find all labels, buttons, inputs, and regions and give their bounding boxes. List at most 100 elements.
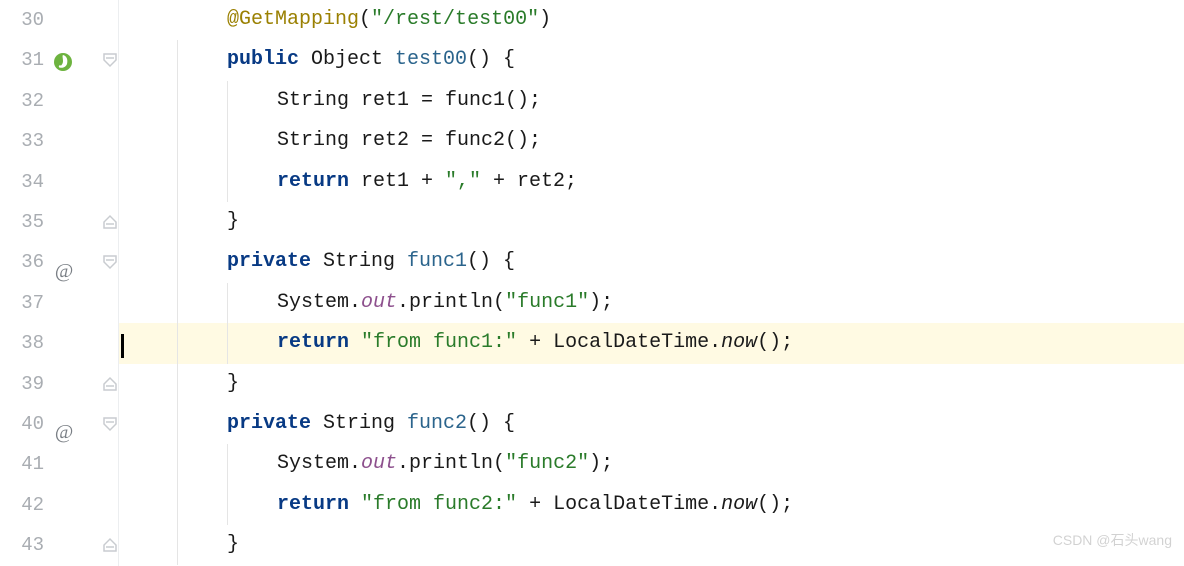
line-number[interactable]: 39: [0, 364, 50, 404]
gutter-line: 32: [0, 81, 118, 121]
token-str: "func1": [505, 283, 589, 323]
line-number[interactable]: 31: [0, 40, 50, 80]
code-line[interactable]: String ret1 = func1();: [119, 81, 1184, 121]
token-plain: .println(: [397, 283, 505, 323]
code-line[interactable]: @GetMapping("/rest/test00"): [119, 0, 1184, 40]
indent-guide: [177, 404, 178, 444]
token-plain: + ret2;: [481, 162, 577, 202]
gutter-line: 34: [0, 162, 118, 202]
line-number[interactable]: 43: [0, 525, 50, 565]
gutter-line: 33: [0, 121, 118, 161]
gutter-line: 40@: [0, 404, 118, 444]
gutter: 30313233343536@37383940@414243: [0, 0, 119, 566]
token-str: "from func2:": [361, 485, 517, 525]
indent-guide: [177, 525, 178, 565]
token-str: "from func1:": [361, 323, 517, 363]
token-plain: String ret1 = func1();: [277, 81, 541, 121]
token-str: ",": [445, 162, 481, 202]
line-number[interactable]: 33: [0, 121, 50, 161]
line-number[interactable]: 34: [0, 162, 50, 202]
code-line[interactable]: }: [119, 525, 1184, 565]
line-number[interactable]: 30: [0, 0, 50, 40]
indent-guide: [177, 81, 178, 121]
token-plain: Object: [299, 40, 395, 80]
token-plain: [349, 323, 361, 363]
token-plain: );: [589, 283, 613, 323]
indent-guide: [177, 485, 178, 525]
gutter-line: 43: [0, 525, 118, 565]
indent-guide: [177, 121, 178, 161]
gutter-line: 39: [0, 364, 118, 404]
line-number[interactable]: 40: [0, 404, 50, 444]
indent-guide: [177, 323, 178, 363]
token-static-it: out: [361, 444, 397, 484]
code-line[interactable]: System.out.println("func1");: [119, 283, 1184, 323]
code-line[interactable]: private String func1() {: [119, 242, 1184, 282]
indent-guide: [227, 283, 228, 323]
token-plain: }: [227, 525, 239, 565]
token-plain: }: [227, 364, 239, 404]
token-plain: () {: [467, 40, 515, 80]
watermark: CSDN @石头wang: [1053, 520, 1172, 560]
fold-close-icon[interactable]: [101, 533, 119, 557]
code-line[interactable]: String ret2 = func2();: [119, 121, 1184, 161]
token-kw: private: [227, 242, 311, 282]
gutter-line: 36@: [0, 242, 118, 282]
token-call-it: now: [721, 485, 757, 525]
fold-close-icon[interactable]: [101, 210, 119, 234]
code-editor: 30313233343536@37383940@414243 @GetMappi…: [0, 0, 1184, 566]
token-plain: + LocalDateTime.: [517, 485, 721, 525]
line-number[interactable]: 36: [0, 242, 50, 282]
line-number[interactable]: 38: [0, 323, 50, 363]
indent-guide: [227, 323, 228, 363]
token-plain: (: [359, 0, 371, 40]
indent-guide: [227, 121, 228, 161]
code-line[interactable]: return ret1 + "," + ret2;: [119, 162, 1184, 202]
spring-bean-icon[interactable]: [52, 49, 76, 73]
indent-guide: [177, 162, 178, 202]
gutter-line: 41: [0, 444, 118, 484]
code-line[interactable]: System.out.println("func2");: [119, 444, 1184, 484]
gutter-line: 31: [0, 40, 118, 80]
gutter-line: 42: [0, 485, 118, 525]
indent-guide: [177, 364, 178, 404]
token-plain: () {: [467, 242, 515, 282]
at-icon[interactable]: @: [52, 412, 76, 436]
line-number[interactable]: 41: [0, 444, 50, 484]
code-line[interactable]: private String func2() {: [119, 404, 1184, 444]
indent-guide: [177, 40, 178, 80]
token-plain: String: [311, 404, 407, 444]
token-plain: ): [539, 0, 551, 40]
token-plain: ();: [757, 485, 793, 525]
token-plain: + LocalDateTime.: [517, 323, 721, 363]
indent-guide: [227, 162, 228, 202]
line-number[interactable]: 37: [0, 283, 50, 323]
token-kw: private: [227, 404, 311, 444]
at-icon[interactable]: @: [52, 251, 76, 275]
token-annot: @GetMapping: [227, 0, 359, 40]
fold-open-icon[interactable]: [101, 250, 119, 274]
code-line[interactable]: return "from func2:" + LocalDateTime.now…: [119, 485, 1184, 525]
code-line[interactable]: }: [119, 364, 1184, 404]
line-number[interactable]: 42: [0, 485, 50, 525]
token-func-decl: func1: [407, 242, 467, 282]
fold-open-icon[interactable]: [101, 412, 119, 436]
token-plain: String: [311, 242, 407, 282]
code-line[interactable]: return "from func1:" + LocalDateTime.now…: [119, 323, 1184, 363]
line-number[interactable]: 35: [0, 202, 50, 242]
code-area[interactable]: @GetMapping("/rest/test00")public Object…: [119, 0, 1184, 566]
indent-guide: [227, 485, 228, 525]
token-plain: () {: [467, 404, 515, 444]
fold-close-icon[interactable]: [101, 372, 119, 396]
fold-open-icon[interactable]: [101, 48, 119, 72]
indent-guide: [177, 444, 178, 484]
indent-guide: [177, 242, 178, 282]
token-plain: String ret2 = func2();: [277, 121, 541, 161]
code-line[interactable]: public Object test00() {: [119, 40, 1184, 80]
token-plain: [349, 485, 361, 525]
line-number[interactable]: 32: [0, 81, 50, 121]
indent-guide: [227, 444, 228, 484]
token-plain: .println(: [397, 444, 505, 484]
token-plain: System.: [277, 444, 361, 484]
code-line[interactable]: }: [119, 202, 1184, 242]
